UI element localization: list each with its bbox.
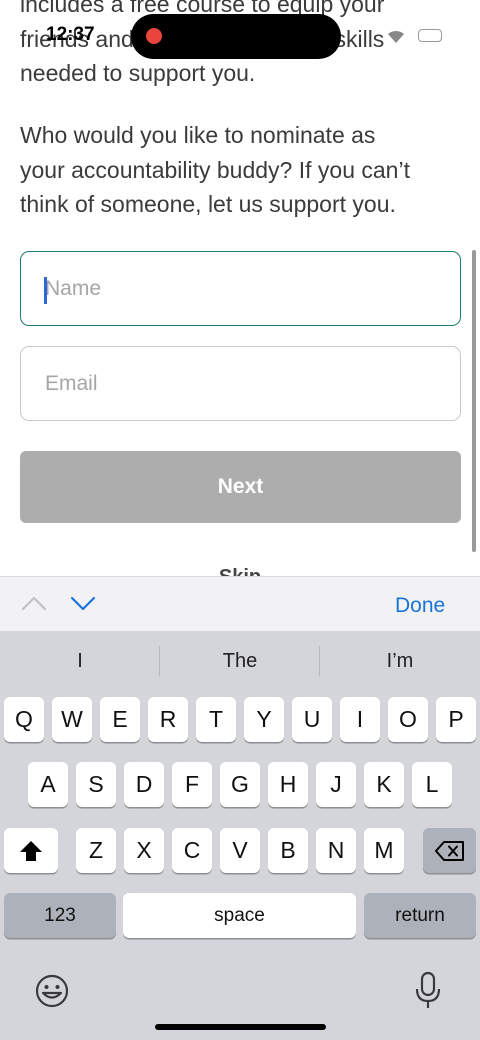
key-c[interactable]: C bbox=[172, 828, 212, 873]
recording-indicator-icon bbox=[146, 28, 162, 44]
form-content: includes a free course to equip your fri… bbox=[0, 0, 480, 576]
nominate-line: think of someone, let us support you. bbox=[20, 191, 396, 217]
email-input[interactable] bbox=[21, 347, 460, 420]
key-n[interactable]: N bbox=[316, 828, 356, 873]
key-k[interactable]: K bbox=[364, 762, 404, 807]
key-z[interactable]: Z bbox=[76, 828, 116, 873]
shift-key[interactable] bbox=[4, 828, 58, 873]
key-v[interactable]: V bbox=[220, 828, 260, 873]
key-h[interactable]: H bbox=[268, 762, 308, 807]
skip-link[interactable]: Skip bbox=[0, 566, 480, 576]
backspace-icon bbox=[434, 840, 464, 861]
next-button[interactable]: Next bbox=[20, 451, 461, 523]
text-cursor bbox=[44, 277, 47, 304]
previous-field-chevron-up-icon[interactable] bbox=[21, 591, 47, 615]
microphone-icon[interactable] bbox=[412, 971, 444, 1011]
emoji-icon[interactable] bbox=[34, 973, 70, 1009]
key-a[interactable]: A bbox=[28, 762, 68, 807]
key-g[interactable]: G bbox=[220, 762, 260, 807]
key-q[interactable]: Q bbox=[4, 697, 44, 742]
return-key[interactable]: return bbox=[364, 893, 476, 938]
name-field[interactable] bbox=[20, 251, 461, 326]
status-time: 12:37 bbox=[46, 24, 95, 45]
key-s[interactable]: S bbox=[76, 762, 116, 807]
battery-icon bbox=[418, 29, 442, 42]
suggestion-item[interactable]: I’m bbox=[320, 650, 480, 673]
nominate-line: Who would you like to nominate as bbox=[20, 122, 376, 148]
home-indicator[interactable] bbox=[155, 1024, 326, 1030]
space-key[interactable]: space bbox=[123, 893, 356, 938]
intro-line: needed to support you. bbox=[20, 60, 256, 86]
key-f[interactable]: F bbox=[172, 762, 212, 807]
email-field[interactable] bbox=[20, 346, 461, 421]
key-i[interactable]: I bbox=[340, 697, 380, 742]
nominate-paragraph: Who would you like to nominate as your a… bbox=[20, 118, 465, 222]
key-y[interactable]: Y bbox=[244, 697, 284, 742]
key-m[interactable]: M bbox=[364, 828, 404, 873]
key-l[interactable]: L bbox=[412, 762, 452, 807]
scrollbar[interactable] bbox=[472, 250, 476, 552]
next-field-chevron-down-icon[interactable] bbox=[70, 591, 96, 615]
key-u[interactable]: U bbox=[292, 697, 332, 742]
suggestion-item[interactable]: I bbox=[0, 650, 160, 673]
backspace-key[interactable] bbox=[423, 828, 476, 873]
key-e[interactable]: E bbox=[100, 697, 140, 742]
nominate-line: your accountability buddy? If you can’t bbox=[20, 156, 410, 183]
dynamic-island bbox=[131, 14, 341, 59]
key-x[interactable]: X bbox=[124, 828, 164, 873]
shift-arrow-icon bbox=[20, 840, 42, 861]
key-w[interactable]: W bbox=[52, 697, 92, 742]
done-button[interactable]: Done bbox=[395, 594, 475, 618]
suggestion-item[interactable]: The bbox=[160, 650, 320, 673]
numbers-key[interactable]: 123 bbox=[4, 893, 116, 938]
key-r[interactable]: R bbox=[148, 697, 188, 742]
key-p[interactable]: P bbox=[436, 697, 476, 742]
key-t[interactable]: T bbox=[196, 697, 236, 742]
key-o[interactable]: O bbox=[388, 697, 428, 742]
key-d[interactable]: D bbox=[124, 762, 164, 807]
key-j[interactable]: J bbox=[316, 762, 356, 807]
name-input[interactable] bbox=[21, 252, 460, 325]
key-b[interactable]: B bbox=[268, 828, 308, 873]
